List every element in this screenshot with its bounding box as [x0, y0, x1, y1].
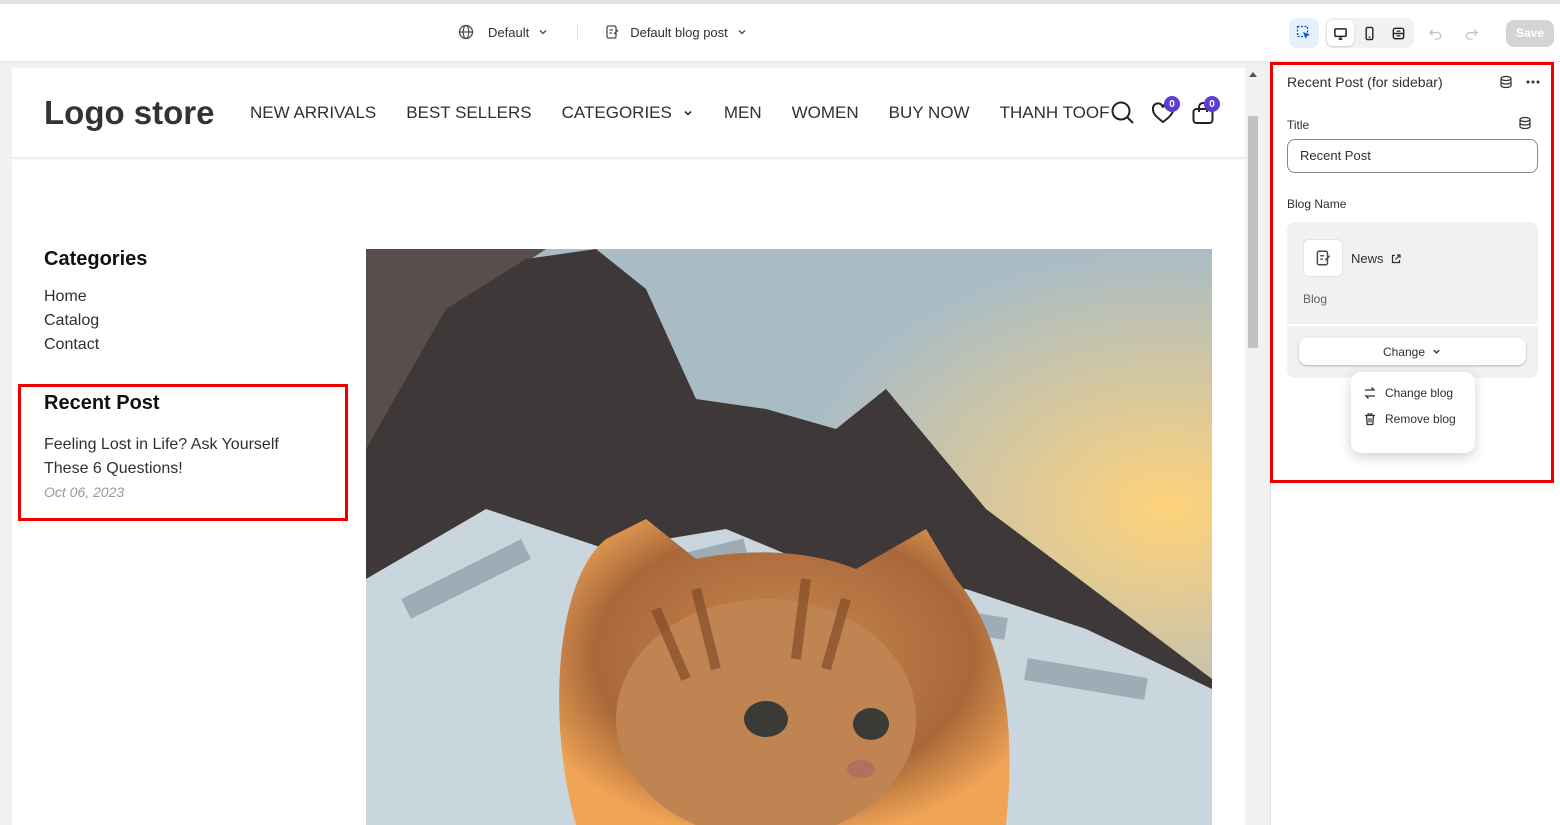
- chevron-down-icon: [684, 110, 692, 116]
- nav-item-categories[interactable]: CATEGORIES: [562, 103, 694, 123]
- inspector-icon: [1296, 25, 1310, 39]
- nav-item-best-sellers[interactable]: BEST SELLERS: [406, 103, 531, 123]
- preview-canvas: Logo store NEW ARRIVALS BEST SELLERS CAT…: [12, 68, 1245, 825]
- category-link-catalog[interactable]: Catalog: [44, 309, 344, 333]
- fullwidth-icon: [1392, 27, 1405, 39]
- mobile-icon: [1365, 26, 1374, 40]
- store-header: Logo store NEW ARRIVALS BEST SELLERS CAT…: [12, 68, 1245, 157]
- desktop-icon: [1334, 27, 1347, 40]
- highlight-box: [1270, 62, 1554, 483]
- search-icon: [1111, 101, 1134, 124]
- theme-selector[interactable]: Default: [458, 24, 549, 40]
- search-button[interactable]: [1110, 100, 1136, 126]
- device-switcher: [1325, 18, 1414, 48]
- category-link-contact[interactable]: Contact: [44, 333, 344, 357]
- template-selector[interactable]: Default blog post: [604, 24, 748, 40]
- nav-item-new-arrivals[interactable]: NEW ARRIVALS: [250, 103, 376, 123]
- page-icon: [606, 25, 619, 39]
- header-actions: 0 0: [1110, 96, 1220, 126]
- categories-heading: Categories: [44, 248, 148, 270]
- globe-icon: [458, 24, 474, 40]
- nav-item-buy-now[interactable]: BUY NOW: [889, 103, 970, 123]
- undo-button[interactable]: [1420, 18, 1450, 48]
- nav-item-women[interactable]: WOMEN: [792, 103, 859, 123]
- mountain-cat-photo: [366, 249, 1212, 825]
- nav-item-men[interactable]: MEN: [724, 103, 762, 123]
- cart-button[interactable]: 0: [1190, 96, 1220, 126]
- template-label: Default blog post: [630, 24, 728, 40]
- wishlist-count-badge: 0: [1164, 96, 1180, 112]
- store-logo[interactable]: Logo store: [44, 94, 215, 132]
- nav-item-categories-label: CATEGORIES: [561, 103, 672, 122]
- toolbar-divider: [577, 23, 579, 41]
- mobile-view-button[interactable]: [1356, 20, 1383, 46]
- chevron-down-icon: [738, 30, 746, 35]
- undo-icon: [1428, 28, 1441, 40]
- theme-label: Default: [488, 24, 530, 40]
- desktop-view-button[interactable]: [1327, 20, 1354, 46]
- fullwidth-view-button[interactable]: [1385, 20, 1412, 46]
- highlight-box: [18, 384, 348, 521]
- redo-icon: [1465, 28, 1478, 40]
- nav-item-thanh-toof[interactable]: THANH TOOF: [1000, 103, 1110, 123]
- chevron-down-icon: [539, 30, 547, 35]
- main-nav: NEW ARRIVALS BEST SELLERS CATEGORIES MEN…: [250, 103, 1139, 123]
- cart-count-badge: 0: [1204, 96, 1220, 112]
- scroll-thumb[interactable]: [1248, 116, 1258, 348]
- scroll-up-arrow[interactable]: [1249, 72, 1257, 77]
- category-link-home[interactable]: Home: [44, 285, 344, 309]
- inspector-button[interactable]: [1289, 18, 1319, 48]
- blog-featured-image: [366, 249, 1212, 825]
- save-button[interactable]: Save: [1506, 19, 1554, 47]
- blog-sidebar: Categories Home Catalog Contact: [44, 248, 344, 357]
- preview-scrollbar[interactable]: [1245, 68, 1261, 825]
- wishlist-button[interactable]: 0: [1150, 96, 1180, 126]
- editor-toolbar: Default Default blog post Save: [0, 0, 1560, 62]
- redo-button[interactable]: [1456, 18, 1486, 48]
